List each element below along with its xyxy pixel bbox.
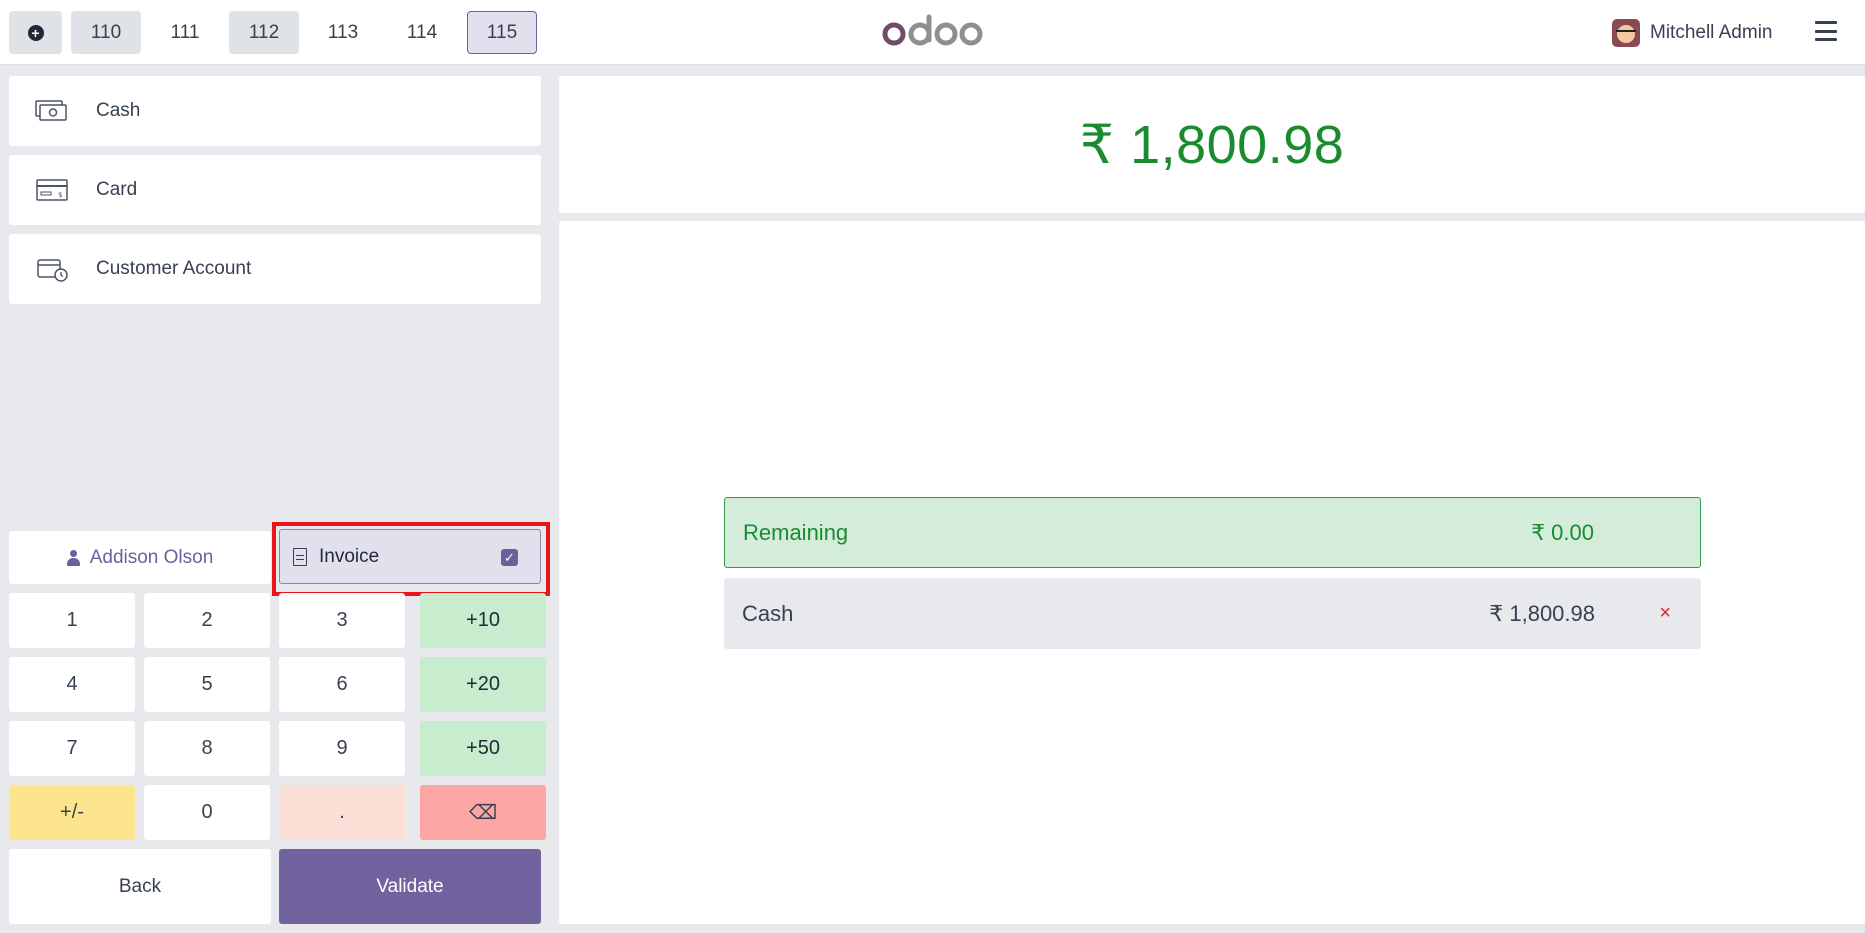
payment-method-cash[interactable]: Cash: [9, 76, 541, 146]
payment-line-method: Cash: [742, 600, 794, 626]
numpad-key-9[interactable]: 9: [279, 721, 405, 776]
back-button[interactable]: Back: [9, 849, 271, 924]
numpad-key-plus-20[interactable]: +20: [420, 657, 546, 712]
numpad-backspace-icon[interactable]: ⌫: [420, 785, 546, 840]
plus-circle-icon: +: [27, 24, 44, 41]
numpad-key-plus-50[interactable]: +50: [420, 721, 546, 776]
numpad-key-plus-minus[interactable]: +/-: [9, 785, 135, 840]
hamburger-menu-icon[interactable]: [1815, 21, 1837, 41]
user-icon: [66, 549, 80, 566]
user-menu[interactable]: Mitchell Admin: [1612, 17, 1773, 49]
customer-name: Addison Olson: [89, 546, 214, 568]
cash-icon: [35, 100, 67, 121]
odoo-logo: [882, 14, 983, 46]
numpad-key-plus-10[interactable]: +10: [420, 593, 546, 648]
order-tab-111[interactable]: 111: [150, 11, 220, 54]
numpad-key-4[interactable]: 4: [9, 657, 135, 712]
order-tab-113[interactable]: 113: [308, 11, 378, 54]
avatar: [1612, 19, 1640, 47]
payment-line-amount: ₹ 1,800.98: [1489, 600, 1595, 626]
document-icon: [293, 547, 307, 566]
invoice-label: Invoice: [319, 545, 380, 567]
invoice-checkbox[interactable]: ✓: [501, 549, 518, 566]
payment-method-customer-account[interactable]: Customer Account: [9, 234, 541, 304]
remaining-value: ₹ 0.00: [1531, 519, 1594, 545]
numpad-key-decimal[interactable]: .: [279, 785, 405, 840]
order-tab-115[interactable]: 115: [467, 11, 537, 54]
numpad-key-6[interactable]: 6: [279, 657, 405, 712]
remaining-label: Remaining: [743, 519, 849, 545]
delete-line-icon[interactable]: ×: [1659, 602, 1671, 625]
payment-method-label: Customer Account: [96, 258, 252, 279]
customer-button[interactable]: Addison Olson: [9, 531, 271, 584]
payment-lines-panel: [559, 221, 1865, 924]
numpad-key-0[interactable]: 0: [144, 785, 270, 840]
new-order-button[interactable]: +: [9, 11, 62, 54]
numpad-key-1[interactable]: 1: [9, 593, 135, 648]
top-bar: + 110 111 112 113 114 115 Mitchell Admin: [0, 0, 1865, 65]
card-icon: $: [36, 179, 68, 201]
payment-line[interactable]: Cash ₹ 1,800.98 ×: [724, 578, 1701, 649]
numpad-key-5[interactable]: 5: [144, 657, 270, 712]
numpad-key-7[interactable]: 7: [9, 721, 135, 776]
numpad-key-2[interactable]: 2: [144, 593, 270, 648]
svg-text:$: $: [58, 191, 62, 199]
payment-method-card[interactable]: $ Card: [9, 155, 541, 225]
validate-button[interactable]: Validate: [279, 849, 541, 924]
order-tab-114[interactable]: 114: [387, 11, 457, 54]
order-tab-110[interactable]: 110: [71, 11, 141, 54]
order-tab-112[interactable]: 112: [229, 11, 299, 54]
remaining-row: Remaining ₹ 0.00: [724, 497, 1701, 568]
payment-method-label: Cash: [96, 100, 141, 121]
numpad-key-3[interactable]: 3: [279, 593, 405, 648]
invoice-toggle-button[interactable]: Invoice ✓: [279, 529, 541, 584]
payment-method-label: Card: [96, 179, 138, 200]
total-amount: ₹ 1,800.98: [1079, 115, 1345, 175]
total-due-panel: ₹ 1,800.98: [559, 76, 1865, 213]
user-name: Mitchell Admin: [1650, 22, 1773, 43]
numpad-key-8[interactable]: 8: [144, 721, 270, 776]
customer-account-icon: [37, 259, 68, 282]
